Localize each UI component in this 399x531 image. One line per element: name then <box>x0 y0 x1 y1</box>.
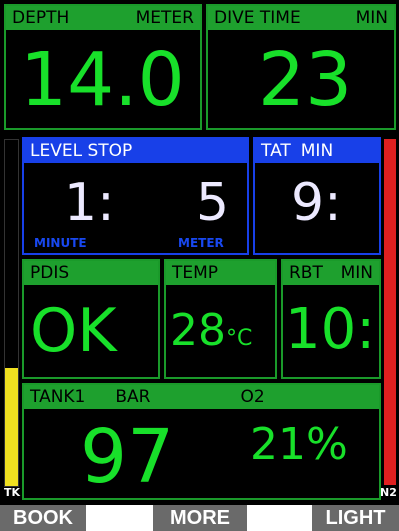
dive-time-label: DIVE TIME <box>214 8 301 28</box>
rbt-value: 10: <box>285 297 376 362</box>
rbt-header: RBT MIN <box>283 261 379 285</box>
light-button[interactable]: LIGHT <box>312 505 399 531</box>
more-button[interactable]: MORE <box>153 505 247 531</box>
pdis-label: PDIS <box>30 263 70 283</box>
o2-label: O2 <box>240 387 265 407</box>
dive-time-header: DIVE TIME MIN <box>208 6 394 30</box>
pdis-header: PDIS <box>24 261 158 285</box>
tat-header: TAT MIN <box>255 139 379 163</box>
rbt-panel: RBT MIN 10: <box>281 259 381 379</box>
tat-label: TAT <box>261 141 291 161</box>
tank-pressure-value: 97 <box>80 414 175 500</box>
tank-bar-fill <box>5 368 18 486</box>
book-button[interactable]: BOOK <box>0 505 86 531</box>
dive-time-value: 23 <box>258 37 353 123</box>
n2-bar-label: N2 <box>380 486 397 499</box>
tat-panel: TAT MIN 9: <box>253 137 381 255</box>
dive-time-unit: MIN <box>355 8 388 28</box>
tank-header: TANK1 BAR O2 <box>24 385 379 409</box>
level-stop-meters: 5 <box>196 173 230 233</box>
depth-header: DEPTH METER <box>6 6 200 30</box>
tat-value: 9: <box>291 173 342 233</box>
tank-bar-label: TK <box>4 486 21 499</box>
temp-header: TEMP <box>166 261 275 285</box>
temp-panel: TEMP 28°C <box>164 259 277 379</box>
tat-unit: MIN <box>300 141 334 161</box>
level-stop-minute-label: MINUTE <box>34 236 87 250</box>
temp-label: TEMP <box>172 263 219 283</box>
tank-unit: BAR <box>115 387 151 407</box>
level-stop-minutes: 1: <box>64 173 115 233</box>
n2-bar-fill <box>384 139 396 485</box>
temp-number: 28 <box>170 305 226 356</box>
depth-value: 14.0 <box>20 37 185 123</box>
temp-unit: °C <box>226 326 253 351</box>
dive-time-panel: DIVE TIME MIN 23 <box>206 4 396 130</box>
depth-label: DEPTH <box>12 8 70 28</box>
dive-computer-screen: DEPTH METER 14.0 DIVE TIME MIN 23 TK N2 … <box>0 0 399 505</box>
n2-bar <box>384 139 396 485</box>
level-stop-panel: LEVEL STOP 1: 5 MINUTE METER <box>22 137 249 255</box>
level-stop-label: LEVEL STOP <box>30 141 133 161</box>
pdis-value: OK <box>30 296 117 366</box>
o2-value: 21% <box>250 419 348 470</box>
pdis-panel: PDIS OK <box>22 259 160 379</box>
rbt-unit: MIN <box>340 263 373 283</box>
depth-panel: DEPTH METER 14.0 <box>4 4 202 130</box>
rbt-label: RBT <box>289 263 323 283</box>
depth-unit: METER <box>135 8 194 28</box>
tank-label: TANK1 <box>30 387 86 407</box>
level-stop-header: LEVEL STOP <box>24 139 247 163</box>
tank-bar <box>4 139 19 487</box>
temp-value: 28°C <box>170 301 252 369</box>
level-stop-meter-label: METER <box>178 236 224 250</box>
tank-panel: TANK1 BAR O2 97 21% <box>22 383 381 500</box>
